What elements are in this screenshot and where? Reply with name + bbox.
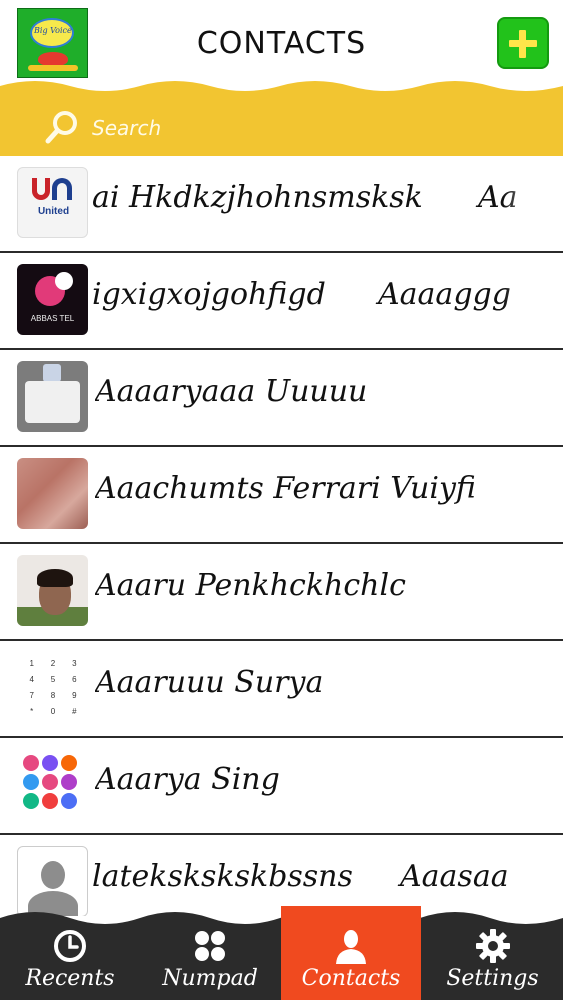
- contact-row[interactable]: Aaarya Sing: [0, 738, 563, 835]
- contact-list[interactable]: United ai Hkdkzjhohnsmsksk Aa ABBAS TEL …: [0, 156, 563, 916]
- contact-secondary: Aaaaggg: [378, 277, 511, 312]
- numpad-icon: [195, 931, 225, 961]
- tab-label: Recents: [25, 966, 115, 991]
- search-input[interactable]: Search: [44, 109, 514, 145]
- tab-numpad[interactable]: Numpad: [140, 906, 280, 1000]
- contact-name: Aaachumts Ferrari Vuiyfi: [95, 471, 476, 506]
- logo-base: [28, 65, 78, 71]
- tab-recents[interactable]: Recents: [0, 906, 140, 1000]
- contact-name: Aaarya Sing: [95, 762, 280, 797]
- search-icon: [45, 111, 77, 144]
- contact-avatar: 1 2 3 4 5 6 7 8 9 * 0 #: [17, 652, 88, 723]
- contact-name: Aaaruuu Surya: [95, 665, 324, 700]
- tab-label: Contacts: [301, 966, 401, 991]
- avatar-logo-text: ABBAS TEL: [30, 314, 75, 323]
- clock-icon: [54, 930, 86, 962]
- contact-row[interactable]: Aaaaryaaa Uuuuu: [0, 350, 563, 447]
- tab-settings[interactable]: Settings: [422, 906, 563, 1000]
- dialpad-keys: 1 2 3 4 5 6 7 8 9 * 0 #: [29, 659, 77, 716]
- contact-row[interactable]: Aaachumts Ferrari Vuiyfi: [0, 447, 563, 544]
- contact-avatar: United: [17, 167, 88, 238]
- add-contact-button[interactable]: [497, 17, 549, 69]
- search-placeholder: Search: [92, 116, 162, 140]
- avatar-logo-text: United: [37, 206, 70, 217]
- tab-label: Numpad: [162, 966, 258, 991]
- contact-row[interactable]: latekskskskbssns Aaasaa: [0, 835, 563, 916]
- contact-avatar: [17, 458, 88, 529]
- contact-name: Aaaru Penkhckhchlc: [95, 568, 406, 603]
- tab-bar: Recents Numpad Contacts Settings: [0, 906, 563, 1000]
- contact-row[interactable]: 1 2 3 4 5 6 7 8 9 * 0 # Aaaruuu Surya: [0, 641, 563, 738]
- contact-avatar: [17, 749, 88, 820]
- contact-avatar: [17, 555, 88, 626]
- page-title: CONTACTS: [196, 26, 367, 61]
- contact-row[interactable]: United ai Hkdkzjhohnsmsksk Aa: [0, 156, 563, 253]
- person-icon: [336, 930, 366, 964]
- contact-row[interactable]: Aaaru Penkhckhchlc: [0, 544, 563, 641]
- tab-contacts[interactable]: Contacts: [281, 906, 421, 1000]
- contact-avatar: [17, 361, 88, 432]
- app-header: Big Voice CONTACTS: [0, 0, 563, 84]
- tab-label: Settings: [446, 966, 539, 991]
- contact-row[interactable]: ABBAS TEL igxigxojgohfigd Aaaaggg: [0, 253, 563, 350]
- gear-icon: [475, 929, 510, 963]
- contact-avatar: ABBAS TEL: [17, 264, 88, 335]
- contact-secondary: Aaasaa: [400, 859, 509, 894]
- contact-name: Aaaaryaaa Uuuuu: [95, 374, 368, 409]
